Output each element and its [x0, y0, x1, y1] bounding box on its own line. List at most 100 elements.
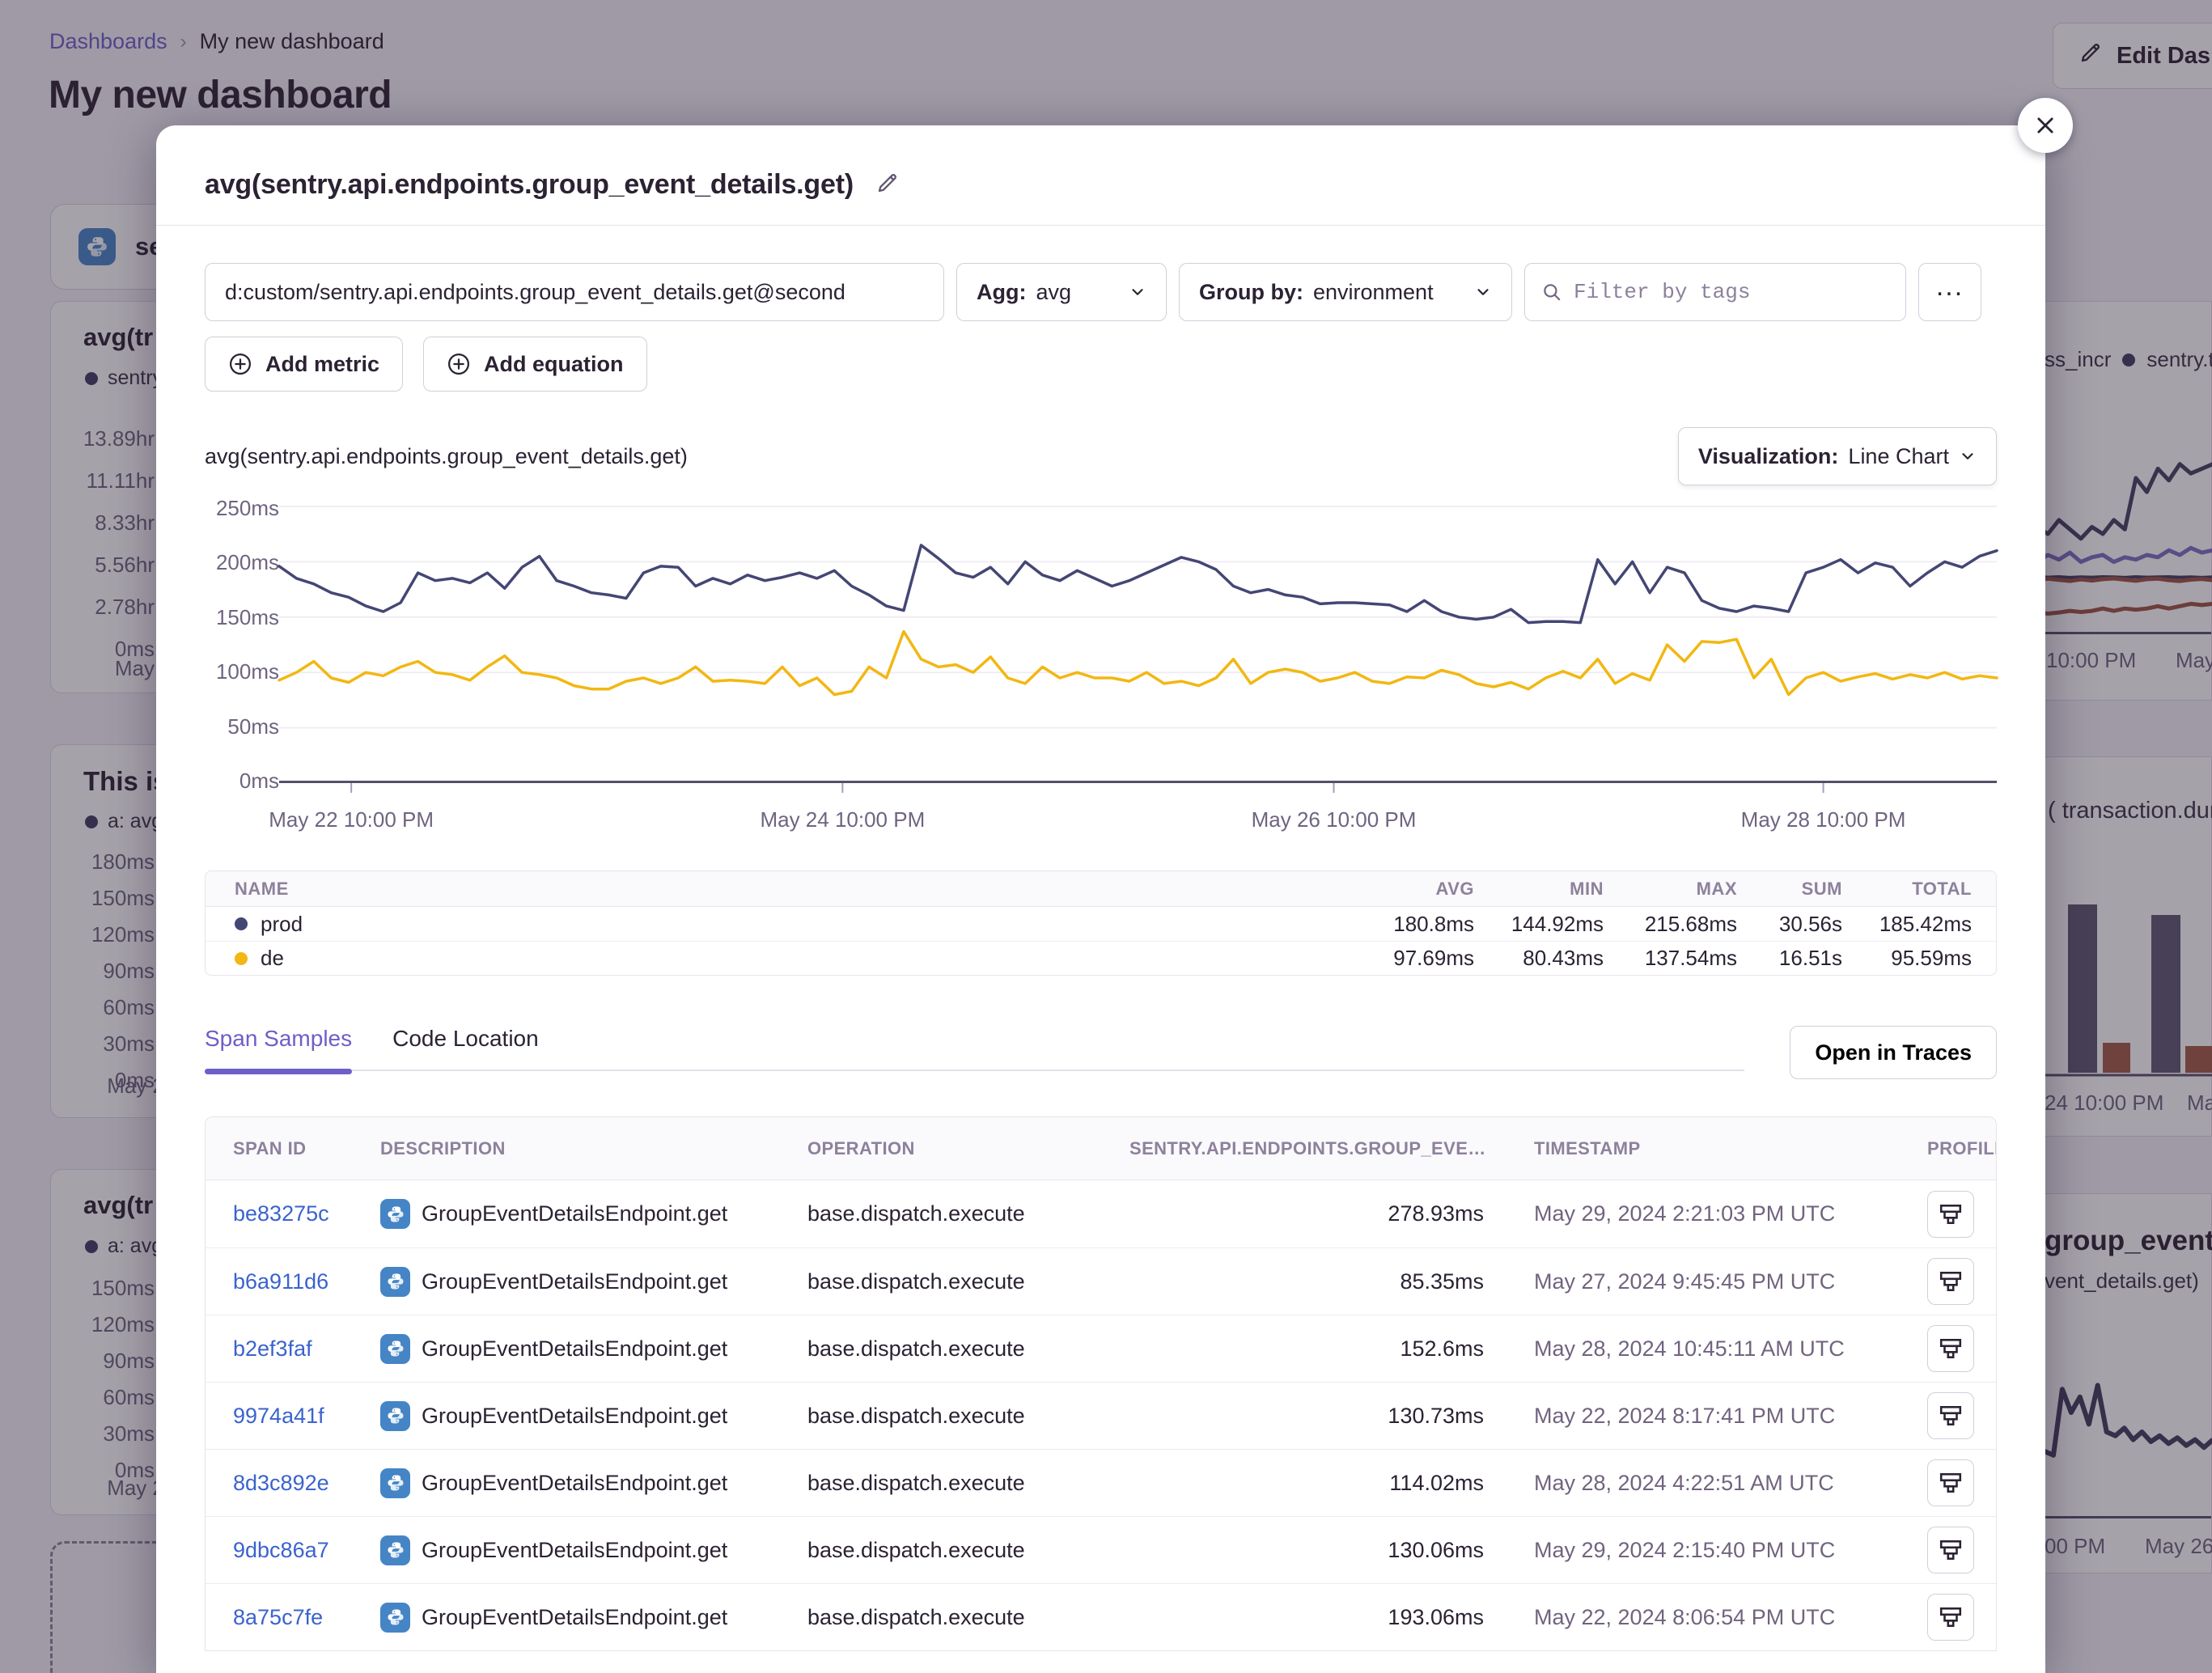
metric-input[interactable] — [205, 263, 944, 321]
close-button[interactable] — [2018, 98, 2073, 153]
span-description: GroupEventDetailsEndpoint.get — [422, 1201, 727, 1226]
metric-details-modal: avg(sentry.api.endpoints.group_event_det… — [156, 125, 2045, 1673]
span-id-link[interactable]: 9dbc86a7 — [233, 1538, 380, 1563]
span-id-link[interactable]: 9974a41f — [233, 1404, 380, 1429]
col-header-profile: PROFILE — [1927, 1138, 1997, 1159]
span-description: GroupEventDetailsEndpoint.get — [422, 1605, 727, 1630]
axis-tick-label: May 22 10:00 PM — [269, 807, 434, 832]
visualization-dropdown[interactable]: Visualization: Line Chart — [1678, 427, 1997, 485]
flamegraph-icon — [1939, 1538, 1963, 1562]
span-id-link[interactable]: 8d3c892e — [233, 1471, 380, 1496]
samples-header-row: SPAN ID DESCRIPTION OPERATION SENTRY.API… — [206, 1117, 1996, 1180]
aggregation-dropdown[interactable]: Agg: avg — [956, 263, 1167, 321]
series-color-dot-icon — [235, 917, 248, 930]
profile-button[interactable] — [1927, 1527, 1974, 1573]
col-header-span-id: SPAN ID — [233, 1138, 380, 1159]
visualization-value: Line Chart — [1848, 444, 1949, 469]
axis-tick-label: 50ms — [205, 714, 279, 739]
profile-button[interactable] — [1927, 1594, 1974, 1641]
python-icon — [380, 1334, 410, 1364]
series-sum: 30.56s — [1737, 912, 1842, 937]
samples-rows: be83275c GroupEventDetailsEndpoint.get b… — [206, 1180, 1996, 1650]
span-timestamp: May 22, 2024 8:06:54 PM UTC — [1484, 1605, 1927, 1630]
chevron-down-icon — [1129, 283, 1146, 301]
table-row: b2ef3faf GroupEventDetailsEndpoint.get b… — [206, 1315, 1996, 1382]
group-by-label: Group by: — [1199, 280, 1303, 305]
span-id-link[interactable]: b6a911d6 — [233, 1269, 380, 1294]
tab-list: Span Samples Code Location — [205, 1026, 1744, 1071]
tabs-row: Span Samples Code Location Open in Traces — [205, 1026, 1997, 1079]
span-operation: base.dispatch.execute — [807, 1269, 1129, 1294]
more-options-button[interactable]: ... — [1918, 263, 1981, 321]
series-min: 80.43ms — [1474, 946, 1604, 971]
col-header-max: MAX — [1604, 879, 1737, 900]
col-header-operation: OPERATION — [807, 1138, 1129, 1159]
series-avg: 180.8ms — [1296, 912, 1474, 937]
span-duration-value: 130.73ms — [1129, 1404, 1484, 1429]
flamegraph-icon — [1939, 1202, 1963, 1226]
filter-by-tags-field[interactable] — [1524, 263, 1906, 321]
add-equation-button[interactable]: Add equation — [423, 337, 646, 392]
series-avg: 97.69ms — [1296, 946, 1474, 971]
chart-plot-area[interactable] — [279, 506, 1997, 783]
span-operation: base.dispatch.execute — [807, 1538, 1129, 1563]
plus-circle-icon — [228, 352, 252, 376]
modal-header: avg(sentry.api.endpoints.group_event_det… — [156, 125, 2045, 226]
col-header-timestamp: TIMESTAMP — [1484, 1138, 1927, 1159]
python-icon — [380, 1267, 410, 1297]
visualization-label: Visualization: — [1698, 444, 1839, 469]
line-chart[interactable]: 250ms200ms150ms100ms50ms0ms May 22 10:00… — [205, 506, 1997, 840]
col-header-value: SENTRY.API.ENDPOINTS.GROUP_EVE… — [1129, 1138, 1484, 1159]
query-builder-row: Agg: avg Group by: environment ... — [205, 263, 1997, 321]
chart-title: avg(sentry.api.endpoints.group_event_det… — [205, 444, 688, 469]
span-duration-value: 114.02ms — [1129, 1471, 1484, 1496]
profile-button[interactable] — [1927, 1191, 1974, 1238]
profile-button[interactable] — [1927, 1325, 1974, 1372]
x-axis-labels: May 22 10:00 PMMay 24 10:00 PMMay 26 10:… — [279, 807, 1997, 836]
span-operation: base.dispatch.execute — [807, 1404, 1129, 1429]
series-name: prod — [261, 912, 303, 937]
table-row: 8d3c892e GroupEventDetailsEndpoint.get b… — [206, 1449, 1996, 1516]
agg-value: avg — [1036, 280, 1071, 305]
profile-button[interactable] — [1927, 1459, 1974, 1506]
axis-tick-label: May 26 10:00 PM — [1252, 807, 1417, 832]
tab[interactable]: Span Samples — [205, 1026, 352, 1052]
series-total: 185.42ms — [1842, 912, 1972, 937]
span-timestamp: May 28, 2024 10:45:11 AM UTC — [1484, 1336, 1927, 1362]
y-axis-labels: 250ms200ms150ms100ms50ms0ms — [205, 496, 279, 794]
table-row: 9974a41f GroupEventDetailsEndpoint.get b… — [206, 1382, 1996, 1449]
summary-row[interactable]: prod 180.8ms 144.92ms 215.68ms 30.56s 18… — [206, 907, 1996, 941]
chevron-down-icon — [1959, 447, 1977, 465]
search-icon — [1541, 282, 1562, 303]
group-by-dropdown[interactable]: Group by: environment — [1179, 263, 1512, 321]
span-duration-value: 278.93ms — [1129, 1201, 1484, 1226]
add-metric-button[interactable]: Add metric — [205, 337, 403, 392]
python-icon — [380, 1401, 410, 1431]
profile-button[interactable] — [1927, 1258, 1974, 1305]
span-id-link[interactable]: be83275c — [233, 1201, 380, 1226]
span-id-link[interactable]: 8a75c7fe — [233, 1605, 380, 1630]
axis-tick-label: 150ms — [205, 605, 279, 630]
col-header-sum: SUM — [1737, 879, 1842, 900]
open-in-traces-button[interactable]: Open in Traces — [1790, 1026, 1997, 1079]
summary-rows: prod 180.8ms 144.92ms 215.68ms 30.56s 18… — [206, 907, 1996, 975]
col-header-total: TOTAL — [1842, 879, 1972, 900]
edit-title-pencil-icon[interactable] — [875, 170, 900, 200]
table-row: b6a911d6 GroupEventDetailsEndpoint.get b… — [206, 1247, 1996, 1315]
tab[interactable]: Code Location — [392, 1026, 539, 1052]
span-description: GroupEventDetailsEndpoint.get — [422, 1269, 727, 1294]
profile-button[interactable] — [1927, 1392, 1974, 1439]
axis-tick-label: 100ms — [205, 659, 279, 684]
axis-tick-label: 0ms — [205, 769, 279, 794]
python-icon — [380, 1603, 410, 1633]
axis-tick-label: 250ms — [205, 496, 279, 521]
col-header-min: MIN — [1474, 879, 1604, 900]
summary-row[interactable]: de 97.69ms 80.43ms 137.54ms 16.51s 95.59… — [206, 941, 1996, 975]
query-actions-row: Add metric Add equation — [205, 337, 1997, 392]
span-id-link[interactable]: b2ef3faf — [233, 1336, 380, 1362]
span-timestamp: May 27, 2024 9:45:45 PM UTC — [1484, 1269, 1927, 1294]
filter-by-tags-input[interactable] — [1574, 280, 1889, 304]
col-header-description: DESCRIPTION — [380, 1138, 807, 1159]
python-icon — [380, 1199, 410, 1229]
series-color-dot-icon — [235, 952, 248, 965]
